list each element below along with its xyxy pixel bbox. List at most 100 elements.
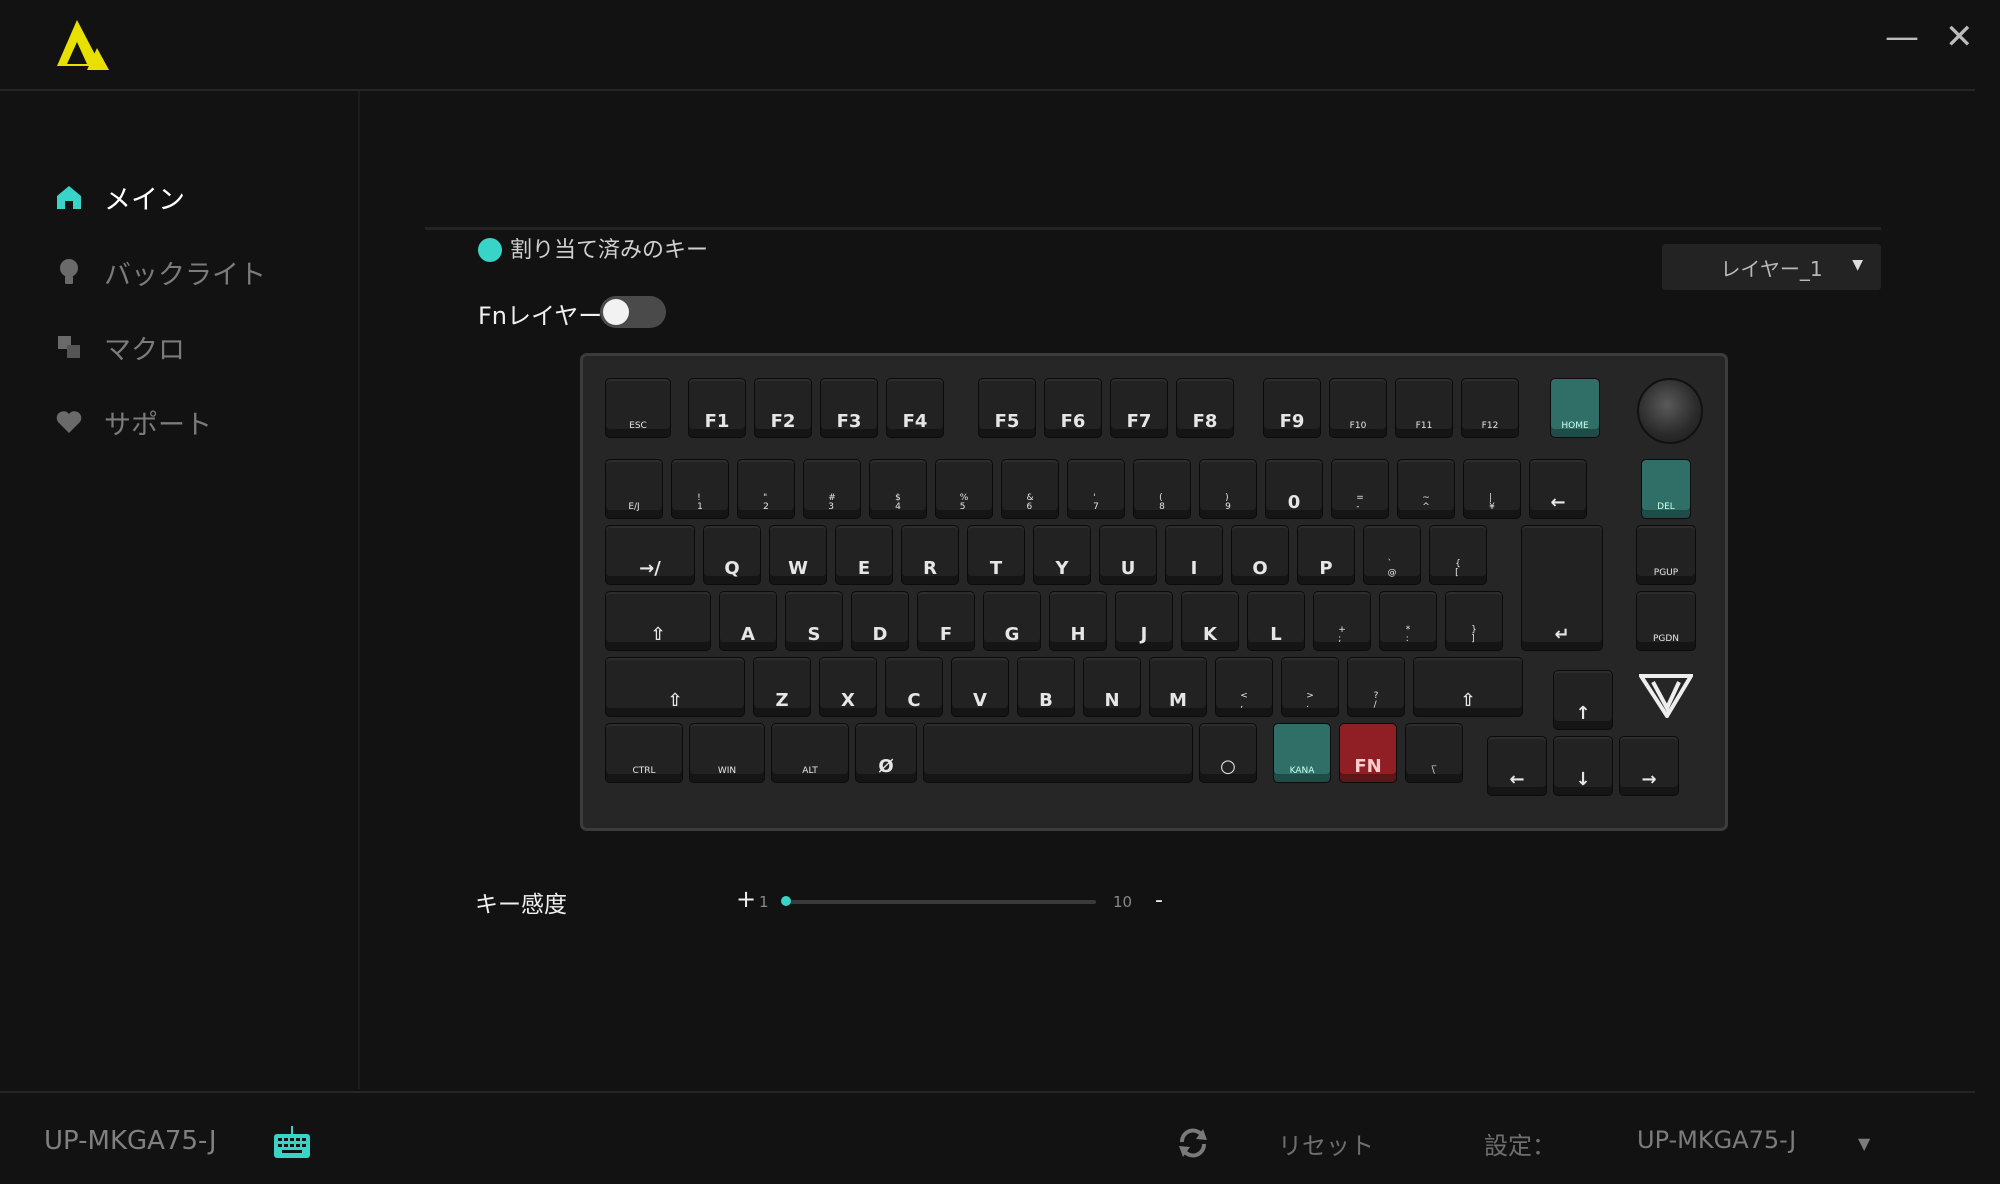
- key[interactable]: WIN: [689, 723, 765, 783]
- key[interactable]: KANA: [1273, 723, 1331, 783]
- key[interactable]: F7: [1110, 378, 1168, 438]
- key[interactable]: U: [1099, 525, 1157, 585]
- sidebar-item-macro[interactable]: マクロ: [54, 323, 185, 371]
- key[interactable]: F9: [1263, 378, 1321, 438]
- key[interactable]: > .: [1281, 657, 1339, 717]
- key[interactable]: D: [851, 591, 909, 651]
- key[interactable]: ~ ^: [1397, 459, 1455, 519]
- key[interactable]: ⇧: [605, 591, 711, 651]
- key[interactable]: 0: [1265, 459, 1323, 519]
- key[interactable]: [923, 723, 1193, 783]
- key[interactable]: FN: [1339, 723, 1397, 783]
- key[interactable]: ⇧: [605, 657, 745, 717]
- key[interactable]: ` @: [1363, 525, 1421, 585]
- key[interactable]: Y: [1033, 525, 1091, 585]
- key[interactable]: Z: [753, 657, 811, 717]
- key[interactable]: ? /: [1347, 657, 1405, 717]
- key[interactable]: DEL: [1641, 459, 1691, 519]
- sensitivity-slider-thumb[interactable]: [781, 896, 791, 906]
- key[interactable]: →/: [605, 525, 695, 585]
- key[interactable]: ↓: [1553, 736, 1613, 796]
- key[interactable]: F3: [820, 378, 878, 438]
- sensitivity-decrease-button[interactable]: -: [1155, 888, 1163, 913]
- key[interactable]: ' 7: [1067, 459, 1125, 519]
- key[interactable]: F10: [1329, 378, 1387, 438]
- key[interactable]: } ]: [1445, 591, 1503, 651]
- key[interactable]: CTRL: [605, 723, 683, 783]
- key[interactable]: ALT: [771, 723, 849, 783]
- key[interactable]: ↵: [1521, 525, 1603, 651]
- key[interactable]: K: [1181, 591, 1239, 651]
- key[interactable]: < ,: [1215, 657, 1273, 717]
- key[interactable]: | ¥: [1463, 459, 1521, 519]
- key[interactable]: E/J: [605, 459, 663, 519]
- layer-select[interactable]: レイヤー_1 ▼: [1662, 244, 1881, 290]
- key[interactable]: ←: [1487, 736, 1547, 796]
- refresh-icon[interactable]: [1176, 1126, 1210, 1160]
- profile-select[interactable]: UP-MKGA75-J: [1637, 1126, 1796, 1154]
- key[interactable]: F6: [1044, 378, 1102, 438]
- key[interactable]: A: [719, 591, 777, 651]
- key[interactable]: R: [901, 525, 959, 585]
- key[interactable]: C: [885, 657, 943, 717]
- key[interactable]: HOME: [1550, 378, 1600, 438]
- close-button[interactable]: ✕: [1945, 20, 1974, 54]
- key[interactable]: V: [951, 657, 1009, 717]
- key[interactable]: M: [1149, 657, 1207, 717]
- key[interactable]: S: [785, 591, 843, 651]
- key[interactable]: F8: [1176, 378, 1234, 438]
- key[interactable]: ( 8: [1133, 459, 1191, 519]
- key[interactable]: { [: [1429, 525, 1487, 585]
- key[interactable]: PGUP: [1636, 525, 1696, 585]
- key[interactable]: N: [1083, 657, 1141, 717]
- key[interactable]: F5: [978, 378, 1036, 438]
- key[interactable]: & 6: [1001, 459, 1059, 519]
- key[interactable]: F11: [1395, 378, 1453, 438]
- key[interactable]: ) 9: [1199, 459, 1257, 519]
- sidebar-item-main[interactable]: メイン: [54, 173, 185, 221]
- key[interactable]: Q: [703, 525, 761, 585]
- key[interactable]: + ;: [1313, 591, 1371, 651]
- key[interactable]: F4: [886, 378, 944, 438]
- key[interactable]: ! 1: [671, 459, 729, 519]
- key[interactable]: F12: [1461, 378, 1519, 438]
- key[interactable]: O: [1231, 525, 1289, 585]
- key[interactable]: B: [1017, 657, 1075, 717]
- key[interactable]: W: [769, 525, 827, 585]
- key[interactable]: " 2: [737, 459, 795, 519]
- key[interactable]: # 3: [803, 459, 861, 519]
- key[interactable]: ↑: [1553, 670, 1613, 730]
- key[interactable]: ⇧: [1413, 657, 1523, 717]
- key[interactable]: F: [917, 591, 975, 651]
- key[interactable]: H: [1049, 591, 1107, 651]
- key[interactable]: % 5: [935, 459, 993, 519]
- reset-button[interactable]: リセット: [1278, 1126, 1374, 1161]
- key[interactable]: L: [1247, 591, 1305, 651]
- minimize-button[interactable]: —: [1885, 20, 1919, 54]
- key[interactable]: ○: [1199, 723, 1257, 783]
- key[interactable]: G: [983, 591, 1041, 651]
- key[interactable]: ←: [1529, 459, 1587, 519]
- rotary-knob[interactable]: [1637, 378, 1703, 444]
- key[interactable]: J: [1115, 591, 1173, 651]
- key[interactable]: * :: [1379, 591, 1437, 651]
- key[interactable]: = -: [1331, 459, 1389, 519]
- sidebar-item-backlight[interactable]: バックライト: [54, 248, 266, 296]
- sensitivity-slider[interactable]: [783, 900, 1096, 904]
- key[interactable]: Ø: [855, 723, 917, 783]
- sensitivity-increase-button[interactable]: +: [736, 885, 756, 913]
- key[interactable]: _ \: [1405, 723, 1463, 783]
- key[interactable]: PGDN: [1636, 591, 1696, 651]
- key[interactable]: X: [819, 657, 877, 717]
- sidebar-item-support[interactable]: サポート: [54, 398, 212, 446]
- key[interactable]: F1: [688, 378, 746, 438]
- key[interactable]: T: [967, 525, 1025, 585]
- key[interactable]: I: [1165, 525, 1223, 585]
- key[interactable]: E: [835, 525, 893, 585]
- key[interactable]: ESC: [605, 378, 671, 438]
- fn-layer-toggle[interactable]: [600, 296, 666, 328]
- key[interactable]: →: [1619, 736, 1679, 796]
- chevron-down-icon[interactable]: ▼: [1858, 1134, 1870, 1153]
- key[interactable]: P: [1297, 525, 1355, 585]
- key[interactable]: $ 4: [869, 459, 927, 519]
